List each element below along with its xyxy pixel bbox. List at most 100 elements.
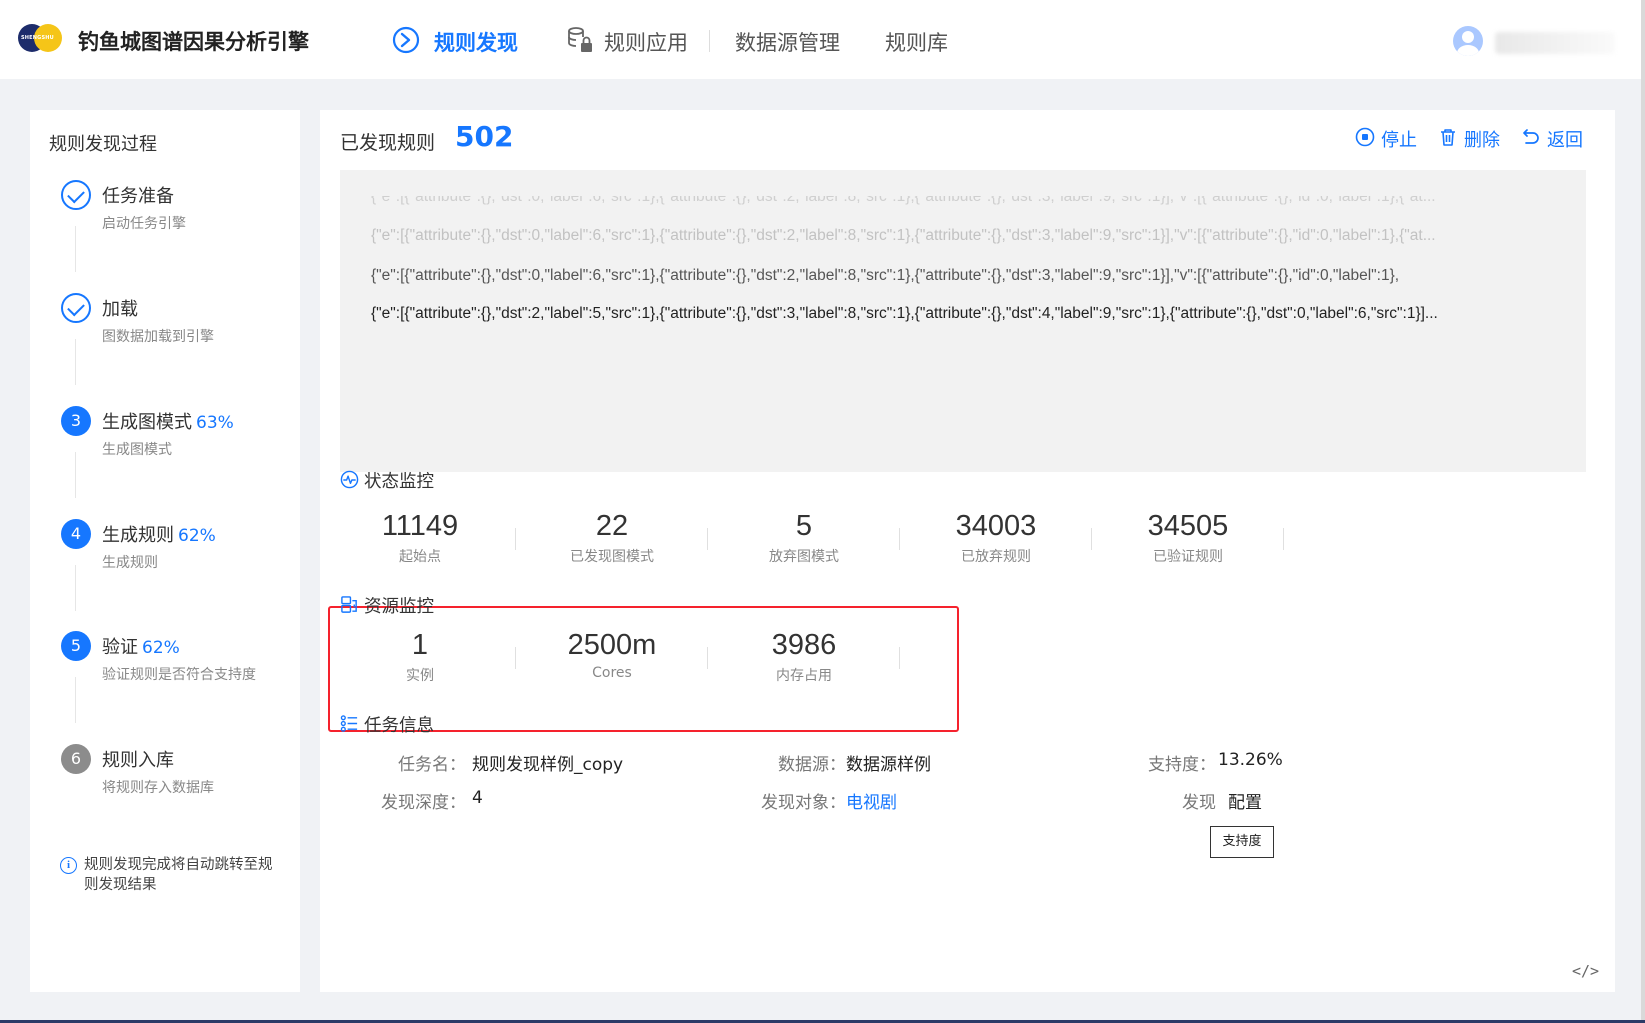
tip-text: 规则发现完成将自动跳转至规则发现结果 (84, 857, 273, 893)
delete-label: 删除 (1464, 130, 1500, 151)
resource-monitor-label: 资源监控 (364, 597, 434, 617)
avatar-body (1457, 45, 1479, 56)
task-name-value: 规则发现样例_copy (472, 755, 624, 775)
avatar-head (1462, 31, 1474, 43)
rule-item[interactable]: {"e":[{"attribute":{},"dst":0,"label":6,… (371, 227, 1561, 245)
metric-label: 已验证规则 (1153, 549, 1223, 565)
stop-label: 停止 (1381, 130, 1417, 151)
discovery-config-value[interactable]: 配置 (1228, 788, 1262, 813)
task-name-key: 任务名： (398, 755, 466, 775)
depth-value: 4 (472, 788, 483, 808)
step-number: 5 (61, 631, 91, 661)
step-number: 3 (61, 406, 91, 436)
step-percent: 63% (196, 413, 234, 433)
rule-item[interactable]: {"e":[{"attribute":{},"dst":0,"label":6,… (371, 267, 1561, 285)
step-desc: 图数据加载到引擎 (102, 329, 214, 345)
step-generate-rules: 4 生成规则 62% 生成规则 (61, 519, 291, 619)
check-icon (61, 293, 91, 323)
step-desc: 生成图模式 (102, 442, 172, 458)
step-connector (75, 339, 76, 385)
metric-verified-rules: 34505 已验证规则 (1088, 508, 1288, 566)
task-info-label: 任务信息 (364, 716, 434, 736)
server-resource-icon (341, 596, 357, 613)
metric-value: 34505 (1147, 510, 1229, 542)
metric-value: 11149 (381, 510, 459, 542)
metric-found-patterns: 22 已发现图模式 (512, 508, 712, 566)
step-name: 生成规则 62% (102, 525, 216, 546)
logo-text: SHENGSHU (21, 35, 54, 41)
nav-rule-library[interactable]: 规则库 (885, 27, 948, 57)
user-name-blurred[interactable] (1495, 32, 1615, 54)
step-connector (75, 677, 76, 723)
rule-discovery-main-panel: 已发现规则 502 停止 删除 返回 {"e":[{"attribute":{}… (320, 110, 1615, 992)
nav-rule-application[interactable]: 规则应用 (604, 27, 688, 57)
metric-dropped-rules: 34003 已放弃规则 (896, 508, 1096, 566)
metric-value: 2500m (567, 629, 657, 661)
found-rules-count: 502 (455, 120, 514, 153)
step-task-prep: 任务准备 启动任务引擎 (61, 180, 291, 280)
metric-value: 34003 (955, 510, 1037, 542)
target-value-link[interactable]: 电视剧 (846, 788, 897, 813)
step-desc: 将规则存入数据库 (102, 780, 214, 796)
rule-item[interactable]: {"e":[{"attribute":{},"dst":0,"label":6,… (371, 196, 1561, 206)
list-icon (340, 715, 358, 732)
nav-rule-discovery[interactable]: 规则发现 (434, 27, 518, 57)
step-desc: 验证规则是否符合支持度 (102, 667, 256, 683)
pulse-monitor-icon (340, 470, 359, 489)
database-lock-icon (568, 27, 592, 52)
discovery-config-key: 发现 (1182, 793, 1216, 813)
step-desc: 启动任务引擎 (102, 216, 186, 232)
code-view-icon[interactable]: </> (1572, 962, 1599, 980)
metric-divider (1283, 528, 1284, 550)
rule-discovery-process-panel: 规则发现过程 任务准备 启动任务引擎 加载 图数据加载到引擎 3 生成图模式 63… (30, 110, 300, 992)
metric-value: 5 (795, 510, 813, 542)
metric-dropped-patterns: 5 放弃图模式 (704, 508, 904, 566)
metric-label: 已放弃规则 (961, 549, 1031, 565)
rule-discovery-icon (392, 26, 420, 54)
step-number: 6 (61, 744, 91, 774)
support-value: 13.26% (1218, 750, 1283, 770)
status-monitor-label: 状态监控 (364, 472, 434, 492)
step-name: 任务准备 (102, 186, 174, 207)
check-icon (61, 180, 91, 210)
trash-icon (1441, 129, 1455, 146)
step-name: 验证 62% (102, 637, 180, 658)
undo-icon (1523, 129, 1539, 144)
user-avatar[interactable] (1453, 26, 1483, 56)
target-key: 发现对象： (761, 793, 846, 813)
metric-divider (899, 647, 900, 669)
metric-label: 实例 (406, 668, 434, 684)
datasource-value: 数据源样例 (846, 755, 931, 775)
step-percent: 62% (178, 526, 216, 546)
nav-datasource-management[interactable]: 数据源管理 (735, 27, 840, 57)
nav-divider (709, 30, 710, 52)
metric-value: 22 (595, 510, 629, 542)
step-number: 4 (61, 519, 91, 549)
step-connector (75, 565, 76, 611)
info-icon: i (60, 857, 77, 874)
step-verify: 5 验证 62% 验证规则是否符合支持度 (61, 631, 291, 731)
metric-label: 放弃图模式 (769, 549, 839, 565)
step-generate-pattern: 3 生成图模式 63% 生成图模式 (61, 406, 291, 506)
rules-scroll-list[interactable]: {"e":[{"attribute":{},"dst":0,"label":6,… (340, 170, 1586, 472)
process-title: 规则发现过程 (49, 134, 157, 155)
metric-label: 内存占用 (776, 668, 832, 684)
step-loading: 加载 图数据加载到引擎 (61, 293, 291, 393)
app-title: 钓鱼城图谱因果分析引擎 (78, 30, 309, 54)
metric-start-points: 11149 起始点 (320, 508, 520, 566)
metric-memory: 3986 内存占用 (704, 627, 904, 685)
metric-label: Cores (592, 665, 632, 681)
metric-label: 已发现图模式 (570, 549, 654, 565)
step-percent: 62% (142, 638, 180, 658)
rule-item[interactable]: {"e":[{"attribute":{},"dst":2,"label":5,… (371, 305, 1561, 323)
step-name: 规则入库 (102, 750, 174, 771)
page-scrollbar[interactable] (1641, 0, 1645, 1023)
stop-icon (1355, 127, 1375, 147)
metric-value: 3986 (771, 629, 837, 661)
step-name: 生成图模式 63% (102, 412, 234, 433)
depth-key: 发现深度： (381, 793, 466, 813)
app-logo[interactable]: SHENGSHU (18, 22, 62, 58)
step-store-rules: 6 规则入库 将规则存入数据库 (61, 744, 291, 844)
metric-instances: 1 实例 (320, 627, 520, 685)
found-rules-label: 已发现规则 (340, 132, 436, 154)
